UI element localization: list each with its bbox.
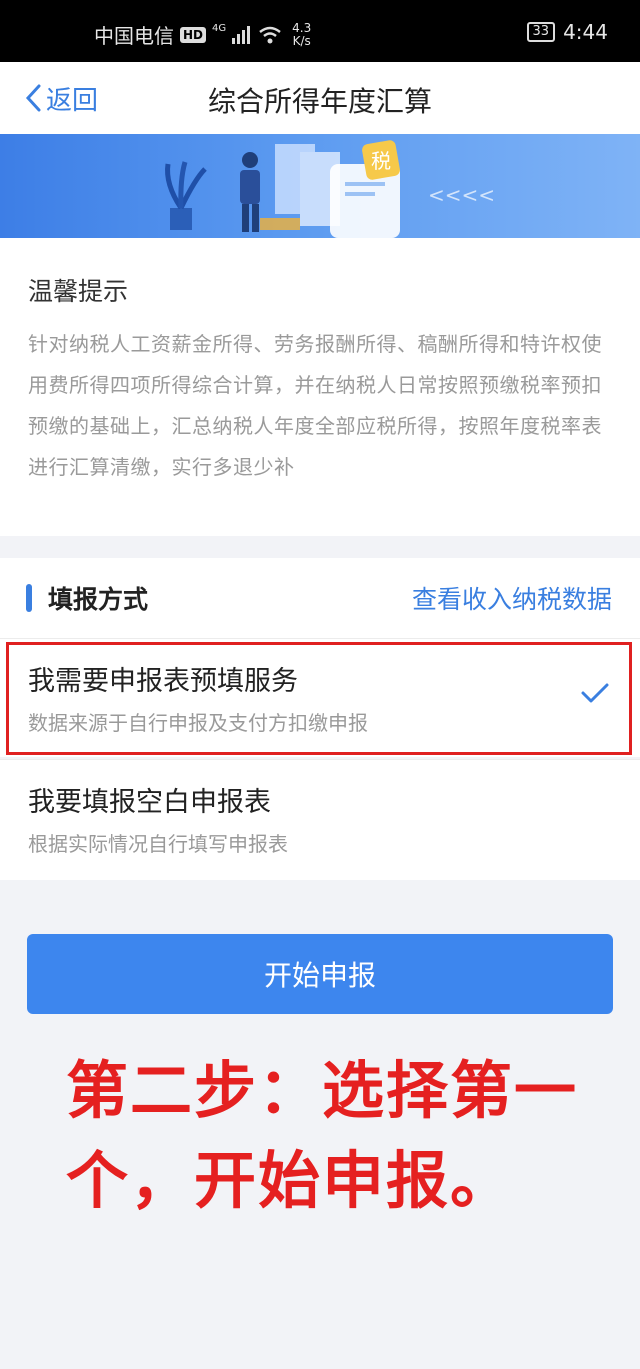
network-speed: 4.3 K/s — [292, 20, 312, 48]
nav-bar: 返回 综合所得年度汇算 — [0, 62, 640, 134]
arrows-decoration: <<<< — [428, 183, 495, 207]
view-income-tax-data-link[interactable]: 查看收入纳税数据 — [412, 580, 612, 616]
page-title: 综合所得年度汇算 — [207, 85, 432, 118]
hd-badge: HD — [180, 26, 207, 43]
speed-value: 4.3 — [292, 20, 312, 35]
option-blank-form[interactable]: 我要填报空白申报表 根据实际情况自行填写申报表 — [0, 760, 640, 880]
tips-section: 温馨提示 针对纳税人工资薪金所得、劳务报酬所得、稿酬所得和特许权使用费所得四项所… — [0, 238, 640, 536]
status-bar: 中国电信 HD 4G 4.3 K/s 33 4:44 — [0, 0, 640, 62]
speed-unit: K/s — [292, 33, 311, 48]
wifi-icon — [259, 26, 281, 43]
option-subtitle: 根据实际情况自行填写申报表 — [28, 832, 288, 856]
network-type: 4G — [212, 22, 227, 34]
instruction-annotation: 第二步：选择第一个，开始申报。 — [66, 1054, 579, 1217]
option-title: 我要填报空白申报表 — [28, 787, 271, 818]
section-title: 填报方式 — [48, 585, 149, 614]
tax-badge-icon: 税 — [362, 140, 400, 180]
person-figure — [240, 152, 260, 232]
highlight-box — [6, 642, 632, 755]
battery-icon: 33 — [526, 22, 556, 42]
plant-icon — [165, 161, 207, 230]
banner-art: 税 <<<< — [165, 140, 495, 238]
carrier-name: 中国电信 — [94, 24, 174, 48]
status-left: 中国电信 HD 4G 4.3 K/s — [94, 20, 311, 49]
banner-illustration: 税 <<<< — [0, 134, 640, 238]
start-filing-button[interactable]: 开始申报 — [27, 934, 613, 1014]
tips-body: 针对纳税人工资薪金所得、劳务报酬所得、稿酬所得和特许权使用费所得四项所得综合计算… — [28, 332, 602, 479]
filing-method-header: 填报方式 查看收入纳税数据 — [0, 558, 640, 639]
document-panels — [260, 144, 340, 230]
status-right: 33 4:44 — [526, 20, 608, 44]
section-marker — [26, 584, 32, 612]
tax-badge-text: 税 — [371, 149, 391, 173]
clock: 4:44 — [563, 20, 608, 44]
signal-icon — [232, 25, 251, 44]
tips-title: 温馨提示 — [28, 277, 129, 306]
